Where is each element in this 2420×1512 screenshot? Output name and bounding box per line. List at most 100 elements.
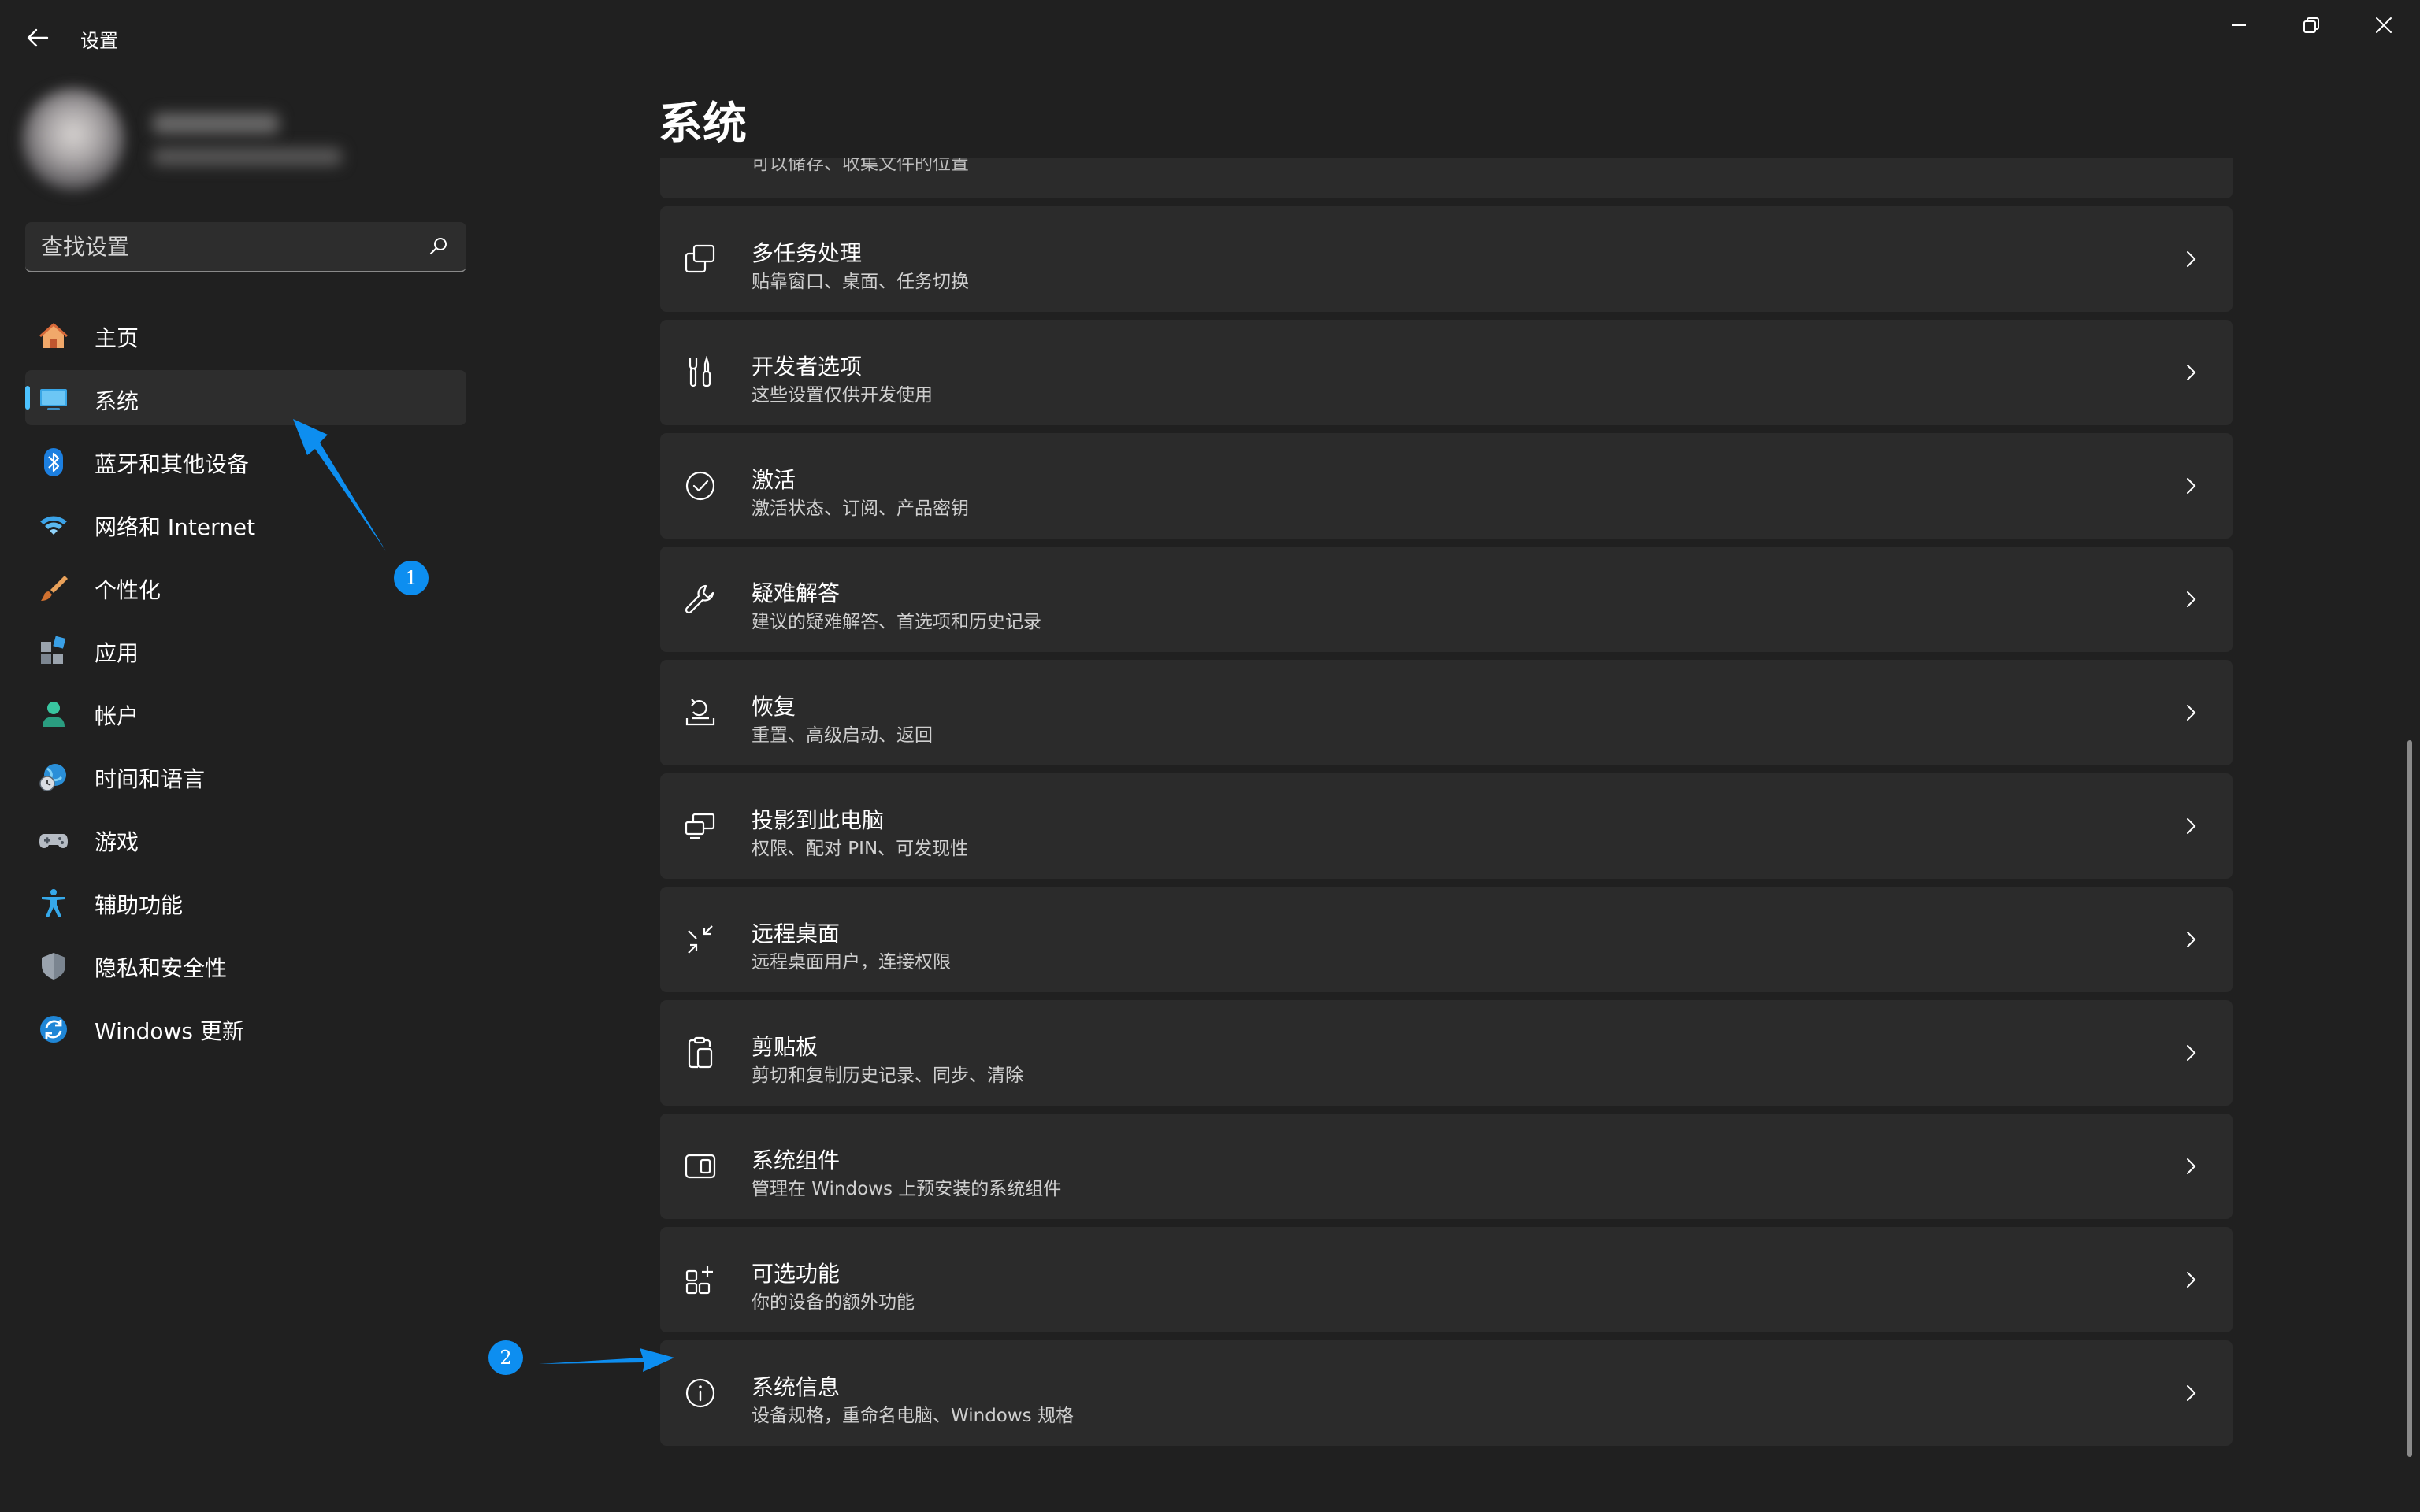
close-icon bbox=[2376, 17, 2392, 33]
row-subtitle: 你的设备的额外功能 bbox=[752, 1292, 915, 1313]
sidebar-item-accounts[interactable]: 帐户 bbox=[25, 685, 466, 740]
row-title: 投影到此电脑 bbox=[752, 807, 885, 833]
chevron-right-icon bbox=[2187, 705, 2196, 721]
developer-tools-icon bbox=[689, 356, 711, 387]
chevron-right-icon bbox=[2187, 591, 2196, 607]
row-remote-desktop[interactable]: 远程桌面 远程桌面用户，连接权限 bbox=[660, 887, 2233, 992]
row-system-components[interactable]: 系统组件 管理在 Windows 上预安装的系统组件 bbox=[660, 1114, 2233, 1219]
row-title: 恢复 bbox=[752, 694, 796, 720]
sidebar-item-gaming[interactable]: 游戏 bbox=[25, 811, 466, 866]
recovery-icon bbox=[685, 699, 715, 726]
row-subtitle: 贴靠窗口、桌面、任务切换 bbox=[752, 272, 969, 292]
row-subtitle: 激活状态、订阅、产品密钥 bbox=[752, 498, 969, 519]
row-subtitle: 远程桌面用户，连接权限 bbox=[752, 952, 951, 973]
row-optional-features[interactable]: 可选功能 你的设备的额外功能 bbox=[660, 1227, 2233, 1332]
sidebar-item-apps[interactable]: 应用 bbox=[25, 622, 466, 677]
avatar bbox=[22, 88, 124, 191]
row-subtitle: 建议的疑难解答、首选项和历史记录 bbox=[752, 612, 1041, 632]
row-subtitle: 权限、配对 PIN、可发现性 bbox=[752, 839, 969, 859]
components-icon bbox=[685, 1154, 716, 1179]
remote-desktop-icon bbox=[688, 925, 713, 954]
annotation-badge-2: 2 bbox=[488, 1340, 523, 1375]
sidebar-item-label: 游戏 bbox=[95, 829, 139, 855]
chevron-right-icon bbox=[2187, 932, 2196, 947]
row-title: 系统信息 bbox=[752, 1374, 841, 1400]
row-subtitle: 这些设置仅供开发使用 bbox=[752, 385, 933, 406]
sidebar-item-label: 网络和 Internet bbox=[95, 514, 256, 540]
search-box[interactable] bbox=[25, 222, 466, 272]
clipboard-icon bbox=[688, 1036, 713, 1069]
close-button[interactable] bbox=[2348, 0, 2420, 50]
row-clipboard[interactable]: 剪贴板 剪切和复制历史记录、同步、清除 bbox=[660, 1000, 2233, 1106]
project-icon bbox=[685, 813, 715, 839]
chevron-right-icon bbox=[2187, 1045, 2196, 1061]
sidebar-item-label: 帐户 bbox=[95, 703, 139, 729]
row-title: 系统组件 bbox=[752, 1147, 841, 1173]
chevron-right-icon bbox=[2187, 818, 2196, 834]
row-title: 剪贴板 bbox=[752, 1034, 818, 1060]
row-multitasking[interactable]: 多任务处理 贴靠窗口、桌面、任务切换 bbox=[660, 206, 2233, 312]
row-title: 可选功能 bbox=[752, 1261, 841, 1287]
gamepad-icon bbox=[39, 834, 68, 848]
chevron-right-icon bbox=[2187, 478, 2196, 494]
restore-button[interactable] bbox=[2275, 0, 2348, 50]
chevron-right-icon bbox=[2187, 1158, 2196, 1174]
search-icon[interactable] bbox=[429, 236, 449, 257]
shield-icon bbox=[42, 953, 65, 980]
minimize-button[interactable] bbox=[2203, 0, 2275, 50]
row-troubleshoot[interactable]: 疑难解答 建议的疑难解答、首选项和历史记录 bbox=[660, 547, 2233, 652]
sidebar-item-home[interactable]: 主页 bbox=[25, 307, 466, 362]
sidebar-item-label: 辅助功能 bbox=[95, 892, 184, 918]
row-subtitle: 重置、高级启动、返回 bbox=[752, 725, 933, 746]
row-subtitle: 管理在 Windows 上预安装的系统组件 bbox=[752, 1179, 1062, 1199]
back-button[interactable] bbox=[17, 17, 58, 58]
settings-list: 多任务处理 贴靠窗口、桌面、任务切换 开发者选项 这些设置仅供开发使用 激活 激… bbox=[660, 159, 2236, 1498]
system-monitor-icon bbox=[40, 389, 67, 410]
sidebar-item-time-language[interactable]: 时间和语言 bbox=[25, 748, 466, 803]
accessibility-icon bbox=[42, 889, 65, 917]
row-project-to-pc[interactable]: 投影到此电脑 权限、配对 PIN、可发现性 bbox=[660, 773, 2233, 879]
back-arrow-icon bbox=[27, 28, 49, 47]
annotation-badge-1: 1 bbox=[394, 561, 429, 595]
row-title: 激活 bbox=[752, 467, 796, 493]
restore-icon bbox=[2303, 17, 2319, 33]
brush-icon bbox=[41, 576, 68, 601]
row-title: 远程桌面 bbox=[752, 921, 841, 947]
sidebar-item-label: Windows 更新 bbox=[95, 1018, 244, 1044]
row-developer-options[interactable]: 开发者选项 这些设置仅供开发使用 bbox=[660, 320, 2233, 425]
profile-name-redacted bbox=[153, 113, 279, 134]
sidebar-item-label: 系统 bbox=[95, 388, 139, 414]
scrollbar-thumb[interactable] bbox=[2407, 740, 2412, 1457]
row-recovery[interactable]: 恢复 重置、高级启动、返回 bbox=[660, 660, 2233, 765]
update-icon bbox=[40, 1016, 67, 1043]
chevron-right-icon bbox=[2187, 251, 2196, 267]
optional-features-icon bbox=[685, 1266, 713, 1295]
bluetooth-icon bbox=[44, 448, 63, 476]
sidebar-item-privacy[interactable]: 隐私和安全性 bbox=[25, 937, 466, 992]
sidebar-item-label: 应用 bbox=[95, 640, 139, 666]
home-icon bbox=[39, 323, 68, 348]
wifi-icon bbox=[40, 516, 67, 535]
user-profile[interactable] bbox=[19, 82, 429, 208]
annotation-arrow-1 bbox=[293, 419, 386, 551]
page-title: 系统 bbox=[659, 98, 747, 150]
row-subtitle: 设备规格，重命名电脑、Windows 规格 bbox=[752, 1406, 1074, 1426]
row-activation[interactable]: 激活 激活状态、订阅、产品密钥 bbox=[660, 433, 2233, 539]
apps-icon bbox=[41, 636, 66, 664]
info-icon bbox=[685, 1378, 715, 1408]
sidebar-item-windows-update[interactable]: Windows 更新 bbox=[25, 1000, 466, 1055]
sidebar-item-label: 隐私和安全性 bbox=[95, 955, 228, 981]
app-title: 设置 bbox=[80, 30, 118, 52]
sidebar-item-label: 个性化 bbox=[95, 577, 161, 603]
minimize-icon bbox=[2232, 24, 2246, 26]
search-input[interactable] bbox=[41, 222, 419, 271]
chevron-right-icon bbox=[2187, 1385, 2196, 1401]
row-title: 多任务处理 bbox=[752, 240, 863, 266]
multitask-icon bbox=[685, 244, 715, 273]
sidebar-item-label: 蓝牙和其他设备 bbox=[95, 451, 250, 477]
sidebar-item-label: 主页 bbox=[95, 325, 139, 351]
check-circle-icon bbox=[685, 471, 715, 501]
row-subtitle: 剪切和复制历史记录、同步、清除 bbox=[752, 1065, 1023, 1086]
row-system-info[interactable]: 系统信息 设备规格，重命名电脑、Windows 规格 bbox=[660, 1340, 2233, 1446]
sidebar-item-accessibility[interactable]: 辅助功能 bbox=[25, 874, 466, 929]
